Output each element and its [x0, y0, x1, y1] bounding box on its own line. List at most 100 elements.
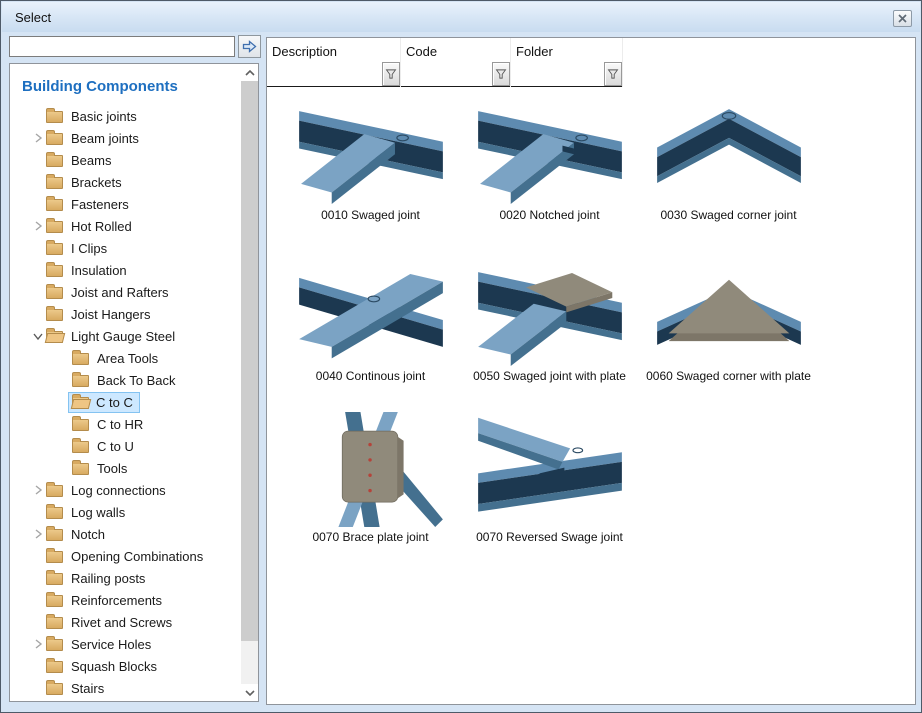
- sidebar-item-c-to-c[interactable]: C to C: [10, 391, 258, 413]
- sidebar-item-fasteners[interactable]: Fasteners: [10, 193, 258, 215]
- folder-icon: [46, 287, 63, 299]
- sidebar-item-brackets[interactable]: Brackets: [10, 171, 258, 193]
- select-dialog: Select Building Components Basic joints …: [0, 0, 922, 713]
- sidebar-item-label: Opening Combinations: [71, 549, 203, 564]
- description-filter-input[interactable]: [267, 62, 382, 86]
- arrow-right-icon: [242, 40, 257, 53]
- folder-icon: [72, 463, 89, 475]
- chevron-placeholder: [30, 306, 46, 322]
- component-list-panel: Description Code Folder: [266, 37, 916, 705]
- sidebar-item-light-gauge-steel[interactable]: Light Gauge Steel: [10, 325, 258, 347]
- chevron-right-icon[interactable]: [30, 482, 46, 498]
- sidebar-item-label: Joist and Rafters: [71, 285, 169, 300]
- scroll-down-button[interactable]: [241, 684, 258, 701]
- component-item-notched-joint[interactable]: 0020 Notched joint: [460, 90, 639, 242]
- sidebar-item-reinforcements[interactable]: Reinforcements: [10, 589, 258, 611]
- column-description[interactable]: Description: [267, 38, 401, 87]
- folder-icon: [72, 353, 89, 365]
- search-go-button[interactable]: [238, 35, 261, 58]
- component-label: 0040 Continous joint: [316, 369, 425, 383]
- column-code[interactable]: Code: [401, 38, 511, 87]
- folder-icon: [46, 661, 63, 673]
- sidebar-item-c-to-u[interactable]: C to U: [10, 435, 258, 457]
- component-item-brace-plate-joint[interactable]: 0070 Brace plate joint: [281, 412, 460, 564]
- sidebar-item-label: Reinforcements: [71, 593, 162, 608]
- sidebar-item-i-clips[interactable]: I Clips: [10, 237, 258, 259]
- component-item-reversed-swage-joint[interactable]: 0070 Reversed Swage joint: [460, 412, 639, 564]
- component-thumbnail: [654, 251, 804, 366]
- sidebar-item-log-walls[interactable]: Log walls: [10, 501, 258, 523]
- sidebar-item-label: C to C: [96, 395, 133, 410]
- sidebar-item-label: Rivet and Screws: [71, 615, 172, 630]
- chevron-right-icon[interactable]: [30, 526, 46, 542]
- component-label: 0070 Reversed Swage joint: [476, 530, 623, 544]
- chevron-placeholder: [30, 548, 46, 564]
- chevron-right-icon[interactable]: [30, 218, 46, 234]
- component-item-swaged-corner-joint[interactable]: 0030 Swaged corner joint: [639, 90, 818, 242]
- column-folder[interactable]: Folder: [511, 38, 623, 87]
- search-input[interactable]: [9, 36, 235, 57]
- scroll-up-button[interactable]: [241, 64, 258, 81]
- sidebar-item-rivet-and-screws[interactable]: Rivet and Screws: [10, 611, 258, 633]
- close-button[interactable]: [893, 10, 912, 27]
- component-thumbnail: [296, 412, 446, 527]
- component-item-continous-joint[interactable]: 0040 Continous joint: [281, 251, 460, 403]
- chevron-right-icon[interactable]: [30, 130, 46, 146]
- window-title: Select: [15, 10, 51, 25]
- sidebar-item-back-to-back[interactable]: Back To Back: [10, 369, 258, 391]
- chevron-down-icon: [245, 689, 255, 697]
- sidebar-item-beams[interactable]: Beams: [10, 149, 258, 171]
- folder-icon: [46, 595, 63, 607]
- sidebar-item-service-holes[interactable]: Service Holes: [10, 633, 258, 655]
- sidebar-item-label: Back To Back: [97, 373, 176, 388]
- component-thumbnail: [475, 412, 625, 527]
- sidebar-item-squash-blocks[interactable]: Squash Blocks: [10, 655, 258, 677]
- sidebar-item-log-connections[interactable]: Log connections: [10, 479, 258, 501]
- component-item-swaged-corner-with-plate[interactable]: 0060 Swaged corner with plate: [639, 251, 818, 403]
- folder-icon: [46, 133, 63, 145]
- folder-icon: [46, 683, 63, 695]
- tree-scrollbar[interactable]: [241, 64, 258, 701]
- scrollbar-thumb[interactable]: [241, 81, 258, 641]
- chevron-placeholder: [30, 592, 46, 608]
- chevron-right-icon[interactable]: [30, 636, 46, 652]
- tree-heading: Building Components: [22, 78, 258, 95]
- chevron-down-icon[interactable]: [30, 328, 46, 344]
- component-label: 0070 Brace plate joint: [312, 530, 428, 544]
- component-item-swaged-joint-with-plate[interactable]: 0050 Swaged joint with plate: [460, 251, 639, 403]
- sidebar-item-insulation[interactable]: Insulation: [10, 259, 258, 281]
- sidebar-item-opening-combinations[interactable]: Opening Combinations: [10, 545, 258, 567]
- code-filter-input[interactable]: [401, 62, 492, 86]
- folder-icon: [46, 507, 63, 519]
- sidebar-item-label: Beams: [71, 153, 111, 168]
- sidebar-item-label: Insulation: [71, 263, 127, 278]
- sidebar-item-joist-hangers[interactable]: Joist Hangers: [10, 303, 258, 325]
- sidebar-item-joist-and-rafters[interactable]: Joist and Rafters: [10, 281, 258, 303]
- sidebar-item-label: Notch: [71, 527, 105, 542]
- component-item-swaged-joint[interactable]: 0010 Swaged joint: [281, 90, 460, 242]
- close-icon: [898, 14, 907, 23]
- folder-icon: [46, 617, 63, 629]
- sidebar-item-label: Stairs: [71, 681, 104, 696]
- folder-icon: [46, 177, 63, 189]
- folder-icon: [46, 309, 63, 321]
- code-filter-button[interactable]: [492, 62, 510, 86]
- component-thumbnail: [654, 90, 804, 205]
- sidebar-item-label: Service Holes: [71, 637, 151, 652]
- chevron-placeholder: [30, 658, 46, 674]
- sidebar-item-label: Fasteners: [71, 197, 129, 212]
- sidebar-item-railing-posts[interactable]: Railing posts: [10, 567, 258, 589]
- sidebar-item-stairs[interactable]: Stairs: [10, 677, 258, 699]
- column-headers: Description Code Folder: [267, 38, 623, 87]
- sidebar-item-tools[interactable]: Tools: [10, 457, 258, 479]
- sidebar-item-area-tools[interactable]: Area Tools: [10, 347, 258, 369]
- description-filter-button[interactable]: [382, 62, 400, 86]
- folder-filter-input[interactable]: [511, 62, 604, 86]
- folder-filter-button[interactable]: [604, 62, 622, 86]
- sidebar-item-beam-joints[interactable]: Beam joints: [10, 127, 258, 149]
- component-grid: 0010 Swaged joint 0020 Notched joint: [267, 87, 837, 573]
- sidebar-item-c-to-hr[interactable]: C to HR: [10, 413, 258, 435]
- sidebar-item-basic-joints[interactable]: Basic joints: [10, 105, 258, 127]
- sidebar-item-notch[interactable]: Notch: [10, 523, 258, 545]
- sidebar-item-hot-rolled[interactable]: Hot Rolled: [10, 215, 258, 237]
